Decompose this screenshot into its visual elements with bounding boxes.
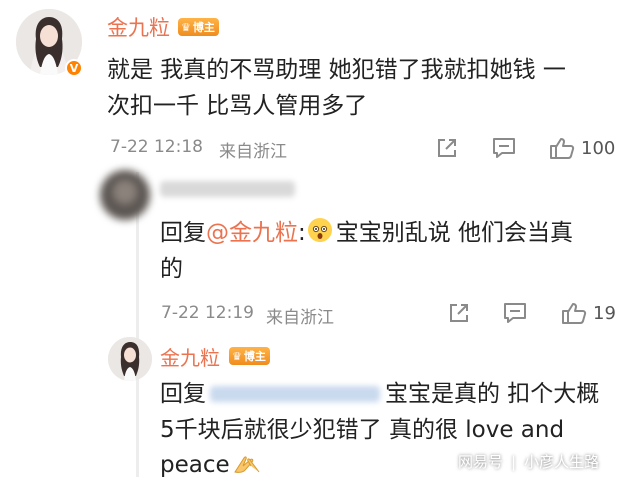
crown-icon: ♛ [232, 349, 242, 363]
username[interactable]: 金九粒 [107, 12, 170, 42]
blogger-tag-label: 博主 [243, 350, 266, 363]
reply-text-end: peace [160, 452, 230, 478]
share-button[interactable] [448, 302, 470, 324]
reply-prefix: 回复 [160, 381, 206, 407]
share-icon [450, 304, 468, 322]
blogger-tag: ♛ 博主 [178, 18, 219, 36]
like-button[interactable]: 100 [549, 136, 615, 160]
like-count: 19 [593, 302, 616, 324]
reply-text-line1: 宝宝是真的 扣个大概 [385, 381, 600, 407]
reply-text-line2: 5千块后就很少犯错了 真的很 love and [160, 417, 565, 443]
mention-link[interactable]: @金九粒 [206, 220, 298, 246]
reply-text-line2: 的 [160, 256, 183, 282]
avatar[interactable] [100, 170, 150, 220]
comment-button[interactable] [492, 137, 516, 159]
username[interactable]: 金九粒 [160, 342, 220, 371]
thread-line [136, 172, 139, 477]
avatar[interactable] [108, 337, 152, 381]
share-icon [438, 139, 456, 157]
username-blurred [160, 181, 295, 197]
like-button[interactable]: 19 [561, 301, 616, 325]
blogger-tag: ♛ 博主 [229, 347, 270, 365]
watermark-divider: | [511, 452, 517, 471]
reply-location: 来自浙江 [266, 308, 334, 328]
reply-body: 宝宝别乱说 他们会当真 [335, 220, 574, 246]
like-count: 100 [581, 137, 616, 159]
crown-icon: ♛ [181, 20, 191, 34]
reply-text-line3: peace [160, 447, 262, 487]
reply-text-line1: 回复@金九粒: 宝宝别乱说 他们会当真 [160, 215, 573, 251]
comment-icon [504, 303, 526, 323]
reply-time: 7-22 12:19 [161, 303, 254, 323]
thumbs-up-icon [550, 138, 575, 159]
watermark-platform: 网易号 [458, 453, 504, 471]
watermark-author: 小彦人生路 [524, 453, 600, 471]
folded-hands-emoji [232, 451, 262, 487]
verified-badge: V [65, 59, 83, 77]
comment-location: 来自浙江 [219, 142, 287, 162]
comment-button[interactable] [503, 302, 527, 324]
comment-time: 7-22 12:18 [110, 137, 203, 157]
blogger-tag-label: 博主 [192, 21, 215, 34]
mention-blurred [210, 386, 380, 402]
shocked-face-emoji [307, 218, 332, 242]
share-button[interactable] [436, 137, 458, 159]
watermark: 网易号 | 小彦人生路 [458, 451, 599, 472]
comment-text-line1: 就是 我真的不骂助理 她犯错了我就扣她钱 一 [107, 57, 566, 83]
thumbs-up-icon [562, 303, 587, 324]
comment-icon [493, 138, 515, 158]
comment-text-line2: 次扣一千 比骂人管用多了 [107, 93, 368, 119]
colon: : [298, 220, 306, 246]
reply-prefix: 回复 [160, 220, 206, 246]
